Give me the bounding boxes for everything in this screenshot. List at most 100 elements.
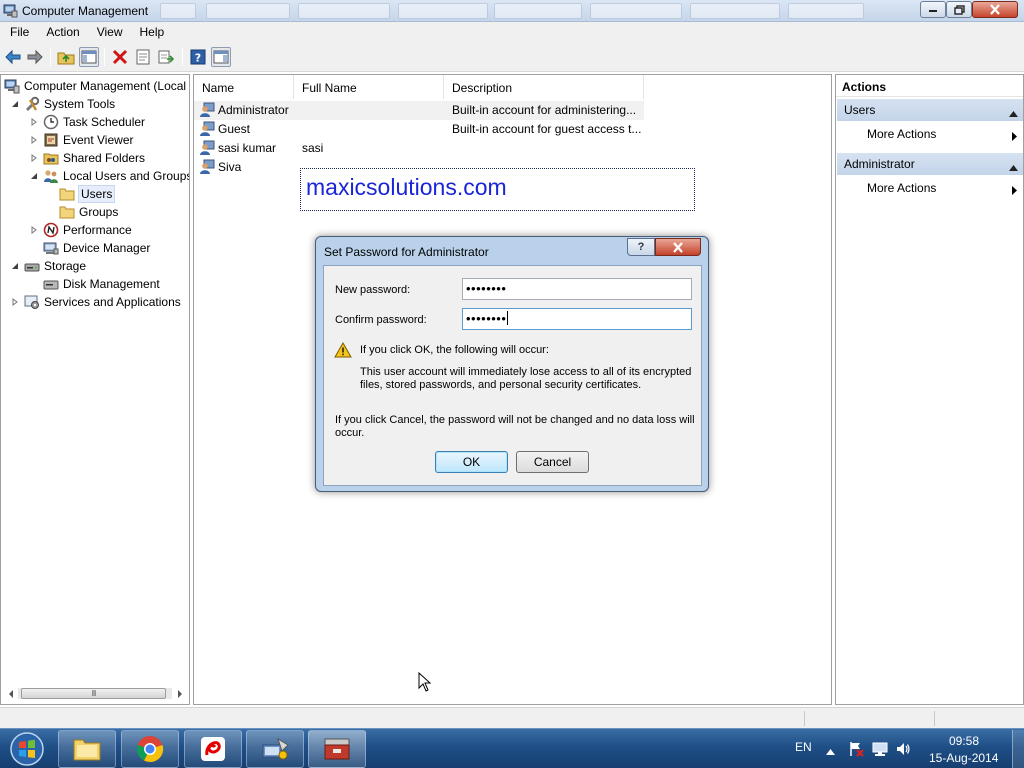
taskbar: EN 09:58 15-Aug-2014 (0, 728, 1024, 768)
show-hide-console-tree-icon (81, 50, 97, 64)
taskbar-computer-management[interactable] (308, 730, 366, 768)
tree-item-task-scheduler[interactable]: Task Scheduler (29, 113, 145, 131)
tree-horizontal-scrollbar[interactable]: III (4, 686, 186, 701)
expand-triangle-icon[interactable] (29, 117, 39, 127)
back-arrow-icon (5, 49, 21, 65)
network-status-icon[interactable] (872, 741, 888, 760)
user-description: Built-in account for administering... (452, 103, 637, 117)
tree-item-local-users-and-groups[interactable]: Local Users and Groups (29, 167, 190, 185)
back-button[interactable] (3, 47, 23, 67)
tree-item-groups[interactable]: Groups (59, 203, 118, 221)
tree-item-label: Local Users and Groups (63, 169, 190, 183)
expand-triangle-icon[interactable] (29, 153, 39, 163)
tree-item-system-tools[interactable]: System Tools (10, 95, 115, 113)
taskbar-explorer[interactable] (58, 730, 116, 768)
cancel-note-line: occur. (335, 427, 365, 439)
actions-section-title: Users (844, 103, 876, 117)
forward-arrow-icon (27, 49, 43, 65)
actions-pane: Actions Users More Actions Administrator… (835, 74, 1024, 705)
dialog-close-button[interactable] (655, 238, 701, 256)
volume-icon[interactable] (895, 741, 911, 760)
column-header-name[interactable]: Name (194, 75, 294, 99)
actions-more-actions[interactable]: More Actions (867, 127, 1017, 145)
restore-button[interactable] (946, 1, 972, 18)
forward-button[interactable] (25, 47, 45, 67)
menu-file[interactable]: File (0, 22, 36, 43)
table-row[interactable]: Guest Built-in account for guest access … (194, 120, 644, 139)
actions-section-administrator[interactable]: Administrator (837, 153, 1023, 175)
close-button[interactable] (972, 1, 1018, 18)
show-hide-console-tree-button[interactable] (79, 47, 99, 67)
airtel-icon (201, 737, 225, 761)
cancel-button[interactable]: Cancel (516, 451, 589, 473)
background-tab-ghost (590, 3, 682, 19)
tree-item-disk-management[interactable]: Disk Management (43, 275, 160, 293)
menu-action[interactable]: Action (36, 22, 86, 43)
taskbar-airtel[interactable] (184, 730, 242, 768)
dialog-help-button[interactable]: ? (627, 238, 655, 256)
collapse-triangle-icon[interactable] (10, 99, 20, 109)
table-row[interactable]: sasi kumar sasi (194, 139, 644, 158)
new-password-field[interactable]: •••••••• (462, 278, 692, 300)
show-desktop-button[interactable] (1012, 730, 1024, 768)
tree-item-shared-folders[interactable]: Shared Folders (29, 149, 145, 167)
scroll-right-arrow-icon[interactable] (174, 688, 185, 699)
minimize-button[interactable] (920, 1, 946, 18)
user-name: Guest (218, 122, 251, 136)
actions-section-users[interactable]: Users (837, 99, 1023, 121)
show-hidden-icons-arrow-icon[interactable] (826, 744, 835, 758)
toolbar-separator (182, 48, 183, 66)
scroll-thumb[interactable]: III (21, 688, 166, 699)
action-center-flag-icon[interactable] (848, 741, 864, 760)
action-item-label: More Actions (867, 127, 937, 141)
tree-item-label: Shared Folders (63, 151, 146, 165)
expand-triangle-icon[interactable] (29, 135, 39, 145)
user-name: sasi kumar (218, 141, 277, 155)
toolbar-separator (50, 48, 51, 66)
tree-item-label: System Tools (44, 97, 116, 111)
tree-item-services-and-applications[interactable]: Services and Applications (10, 293, 181, 311)
input-language[interactable]: EN (795, 740, 812, 754)
export-list-button[interactable] (156, 47, 176, 67)
collapse-triangle-icon[interactable] (10, 261, 20, 271)
show-hide-action-pane-button[interactable] (211, 47, 231, 67)
expand-triangle-icon[interactable] (29, 225, 39, 235)
status-bar (0, 707, 1024, 728)
background-tab-ghost (788, 3, 864, 19)
delete-button[interactable] (110, 47, 130, 67)
confirm-password-field[interactable]: •••••••• (462, 308, 692, 330)
taskbar-network-tool[interactable] (246, 730, 304, 768)
collapse-caret-icon[interactable] (1009, 160, 1018, 174)
up-one-level-button[interactable] (56, 47, 76, 67)
tree-item-event-viewer[interactable]: Event Viewer (29, 131, 133, 149)
taskbar-chrome[interactable] (121, 730, 179, 768)
tree-item-performance[interactable]: Performance (29, 221, 132, 239)
collapse-caret-icon[interactable] (1009, 106, 1018, 120)
start-button[interactable] (2, 730, 52, 768)
menu-view[interactable]: View (87, 22, 130, 43)
tree-item-storage[interactable]: Storage (10, 257, 86, 275)
windows-start-orb-icon (10, 732, 44, 766)
tree-item-label: Device Manager (63, 241, 151, 255)
clock-time[interactable]: 09:58 (949, 734, 979, 748)
new-password-label: New password: (335, 284, 411, 296)
help-icon: ? (637, 241, 645, 253)
collapse-triangle-icon[interactable] (29, 171, 39, 181)
tree-item-device-manager[interactable]: Device Manager (43, 239, 150, 257)
ok-button[interactable]: OK (435, 451, 508, 473)
help-button[interactable]: ? (188, 47, 208, 67)
actions-more-actions[interactable]: More Actions (867, 181, 1017, 199)
menu-help[interactable]: Help (130, 22, 172, 43)
tree-item-users[interactable]: Users (59, 185, 116, 203)
column-header-description[interactable]: Description (444, 75, 644, 99)
column-header-full-name[interactable]: Full Name (294, 75, 444, 99)
table-row[interactable]: Administrator Built-in account for admin… (194, 101, 644, 120)
tree-item-label: Event Viewer (63, 133, 134, 147)
clock-date[interactable]: 15-Aug-2014 (929, 751, 998, 765)
expand-triangle-icon[interactable] (10, 297, 20, 307)
properties-button[interactable] (133, 47, 153, 67)
scroll-left-arrow-icon[interactable] (5, 688, 16, 699)
background-tab-ghost (494, 3, 582, 19)
tree-item-computer-management[interactable]: Computer Management (Local (4, 77, 186, 95)
cancel-note-line: If you click Cancel, the password will n… (335, 414, 695, 426)
